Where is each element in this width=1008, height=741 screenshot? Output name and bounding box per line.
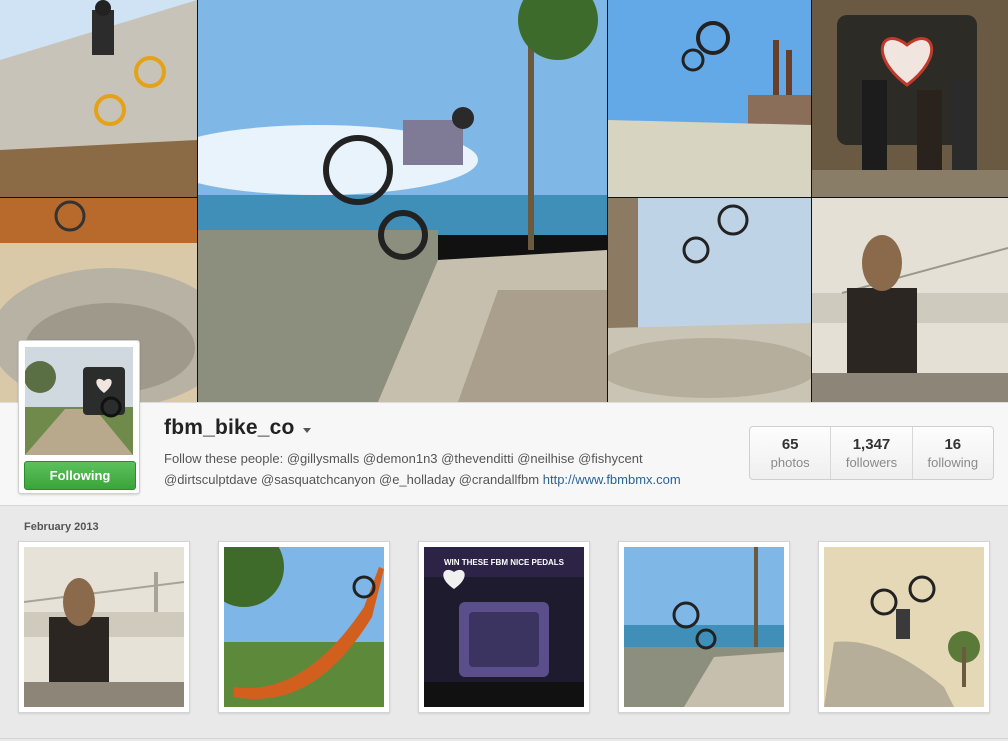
- stat-followers-count: 1,347: [852, 436, 891, 453]
- divider: [0, 738, 1008, 739]
- mosaic-photo-portrait[interactable]: [812, 198, 1008, 402]
- mosaic-photo-park-air[interactable]: [608, 198, 811, 402]
- stat-following[interactable]: 16 following: [913, 427, 993, 479]
- stat-photos[interactable]: 65 photos: [750, 427, 832, 479]
- cover-mosaic: [0, 0, 1008, 402]
- feed-photo[interactable]: [818, 541, 990, 713]
- username-row: fbm_bike_co: [164, 416, 311, 440]
- month-label: February 2013: [24, 521, 99, 533]
- following-button[interactable]: Following: [24, 461, 136, 490]
- feed-photo[interactable]: [18, 541, 190, 713]
- stats-box: 65 photos 1,347 followers 16 following: [749, 426, 994, 480]
- stat-following-count: 16: [944, 436, 962, 453]
- feed-photo[interactable]: [618, 541, 790, 713]
- stat-following-label: following: [927, 455, 979, 470]
- svg-text:WIN THESE FBM NICE PEDALS: WIN THESE FBM NICE PEDALS: [444, 558, 565, 567]
- chevron-down-icon[interactable]: [302, 427, 311, 433]
- stat-photos-label: photos: [770, 455, 810, 470]
- mosaic-photo-featured-rail[interactable]: [198, 0, 607, 402]
- mosaic-photo-wall-ride[interactable]: [0, 0, 197, 197]
- website-link[interactable]: http://www.fbmbmx.com: [543, 472, 681, 487]
- stat-followers[interactable]: 1,347 followers: [831, 427, 913, 479]
- bio: Follow these people: @gillysmalls @demon…: [164, 448, 724, 490]
- avatar-card: Following: [18, 340, 140, 494]
- stat-followers-label: followers: [845, 455, 898, 470]
- stat-photos-count: 65: [781, 436, 799, 453]
- avatar[interactable]: [25, 347, 133, 455]
- mosaic-photo-air[interactable]: [608, 0, 811, 197]
- mosaic-photo-team-van[interactable]: [812, 0, 1008, 197]
- username: fbm_bike_co: [164, 416, 295, 439]
- feed-photo[interactable]: [218, 541, 390, 713]
- feed-photo[interactable]: WIN THESE FBM NICE PEDALS: [418, 541, 590, 713]
